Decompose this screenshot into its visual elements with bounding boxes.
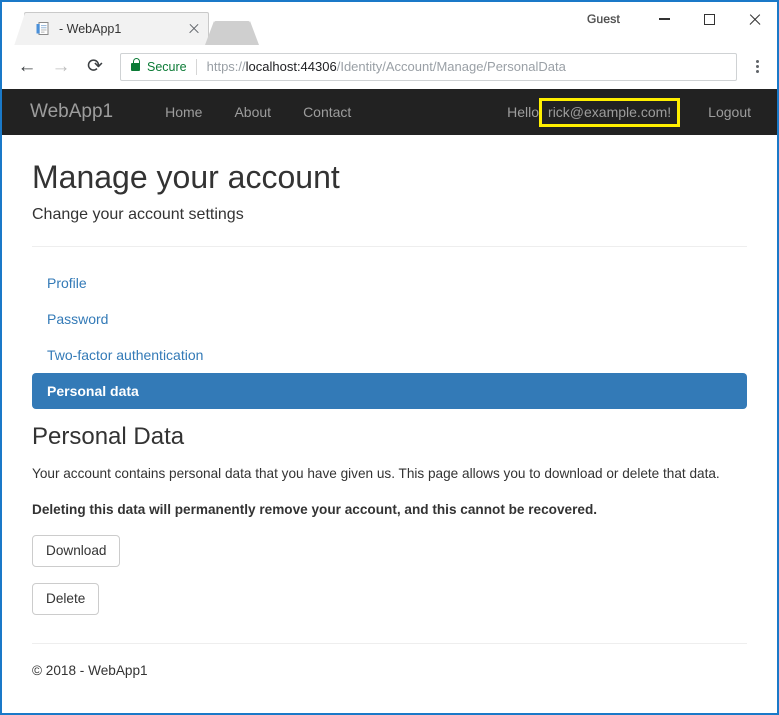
window-maximize-button[interactable] bbox=[687, 4, 732, 34]
manage-nav-item-two-factor[interactable]: Two-factor authentication bbox=[32, 337, 747, 373]
browser-tab[interactable]: - WebApp1 bbox=[24, 12, 209, 45]
reload-button[interactable]: ⟳ bbox=[78, 50, 112, 84]
manage-nav-item-personal-data[interactable]: Personal data bbox=[32, 372, 747, 409]
url-path: /Identity/Account/Manage/PersonalData bbox=[336, 59, 566, 74]
browser-window: - WebApp1 Guest ← → ⟳ Secure https://loc… bbox=[0, 0, 779, 715]
forward-button[interactable]: → bbox=[44, 50, 78, 84]
personal-data-description: Your account contains personal data that… bbox=[32, 465, 720, 481]
page-favicon-icon bbox=[35, 21, 51, 37]
new-tab-placeholder[interactable] bbox=[205, 21, 259, 45]
reload-icon: ⟳ bbox=[87, 56, 103, 77]
navbar-brand[interactable]: WebApp1 bbox=[30, 101, 113, 123]
footer-divider bbox=[32, 643, 747, 645]
nav-link-contact[interactable]: Contact bbox=[287, 104, 367, 120]
section-title: Personal Data bbox=[32, 422, 185, 450]
navbar-right: Hello rick@example.com! Logout bbox=[507, 97, 759, 127]
greeting-username-highlight: rick@example.com! bbox=[539, 97, 681, 127]
greeting[interactable]: Hello rick@example.com! bbox=[507, 97, 681, 127]
personal-data-warning: Deleting this data will permanently remo… bbox=[32, 501, 598, 517]
arrow-left-icon: ← bbox=[17, 55, 37, 77]
window-close-button[interactable] bbox=[732, 4, 777, 34]
site-navbar: WebApp1 Home About Contact Hello rick@ex… bbox=[2, 89, 777, 135]
manage-nav-item-profile[interactable]: Profile bbox=[32, 265, 747, 301]
browser-toolbar: ← → ⟳ Secure https://localhost:44306/Ide… bbox=[2, 45, 777, 89]
maximize-icon bbox=[704, 13, 715, 25]
profile-guest-label[interactable]: Guest bbox=[587, 12, 620, 26]
url-host: localhost:44306 bbox=[245, 59, 337, 74]
header-divider bbox=[32, 245, 747, 247]
window-controls: Guest bbox=[587, 2, 777, 36]
close-icon bbox=[748, 13, 761, 26]
url-scheme: https:// bbox=[206, 59, 246, 74]
page-title: Manage your account bbox=[32, 159, 340, 195]
lock-icon bbox=[131, 58, 141, 71]
greeting-prefix: Hello bbox=[507, 104, 540, 120]
nav-link-about[interactable]: About bbox=[218, 104, 287, 120]
arrow-right-icon: → bbox=[51, 55, 71, 77]
security-status-label: Secure bbox=[147, 59, 187, 74]
window-minimize-button[interactable] bbox=[642, 4, 687, 34]
navbar-links: Home About Contact bbox=[149, 104, 367, 120]
address-bar[interactable]: Secure https://localhost:44306/Identity/… bbox=[120, 52, 737, 81]
back-button[interactable]: ← bbox=[10, 50, 44, 84]
address-bar-url: https://localhost:44306/Identity/Account… bbox=[207, 59, 566, 74]
delete-row: Delete bbox=[32, 567, 747, 616]
logout-link[interactable]: Logout bbox=[680, 104, 759, 120]
nav-link-home[interactable]: Home bbox=[149, 104, 218, 120]
download-row: Download bbox=[32, 519, 747, 568]
delete-button[interactable]: Delete bbox=[32, 583, 100, 616]
browser-titlebar: - WebApp1 Guest bbox=[2, 2, 777, 45]
tab-close-icon[interactable] bbox=[186, 21, 202, 37]
tab-title: - WebApp1 bbox=[59, 22, 122, 36]
page-container: Manage your account Change your account … bbox=[2, 159, 777, 678]
browser-menu-icon[interactable] bbox=[743, 52, 771, 82]
page-subtitle: Change your account settings bbox=[32, 205, 244, 223]
webpage: WebApp1 Home About Contact Hello rick@ex… bbox=[2, 89, 777, 679]
manage-nav: Profile Password Two-factor authenticati… bbox=[32, 265, 747, 409]
download-button[interactable]: Download bbox=[32, 535, 121, 568]
manage-nav-item-password[interactable]: Password bbox=[32, 301, 747, 337]
omnibox-divider bbox=[195, 58, 197, 75]
footer-copyright: © 2018 - WebApp1 bbox=[32, 663, 148, 679]
minimize-icon bbox=[659, 18, 670, 20]
